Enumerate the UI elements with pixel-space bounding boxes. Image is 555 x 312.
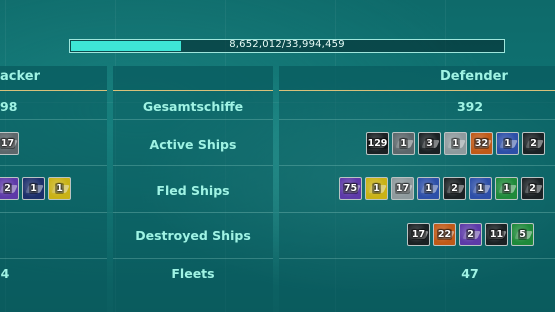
- attacker-fled-ships: 2 1 1: [0, 177, 71, 200]
- defender-active-ships: 129 1 3 1 32 1 2: [366, 132, 545, 155]
- row-divider: [279, 212, 555, 213]
- ship-stack-tile[interactable]: 2: [443, 177, 466, 200]
- ship-count: 3: [425, 138, 434, 149]
- ship-stack-tile[interactable]: 2: [521, 177, 544, 200]
- attacker-fleets: 4: [0, 266, 10, 281]
- row-divider: [113, 165, 273, 166]
- ship-stack-tile[interactable]: 17: [407, 223, 430, 246]
- ship-stack-tile[interactable]: 17: [391, 177, 414, 200]
- row-divider: [113, 212, 273, 213]
- ship-stack-tile[interactable]: 75: [339, 177, 362, 200]
- ship-count: 1: [502, 183, 511, 194]
- label-header-bar: [113, 66, 273, 91]
- ship-count: 1: [29, 183, 38, 194]
- ship-count: 5: [518, 229, 527, 240]
- row-divider: [113, 258, 273, 259]
- defender-header-bar: [279, 66, 555, 91]
- ship-stack-tile[interactable]: 1: [48, 177, 71, 200]
- ship-stack-tile[interactable]: 2: [522, 132, 545, 155]
- ship-count: 11: [488, 229, 505, 240]
- ship-stack-tile[interactable]: 1: [365, 177, 388, 200]
- row-label-fleets: Fleets: [171, 266, 215, 281]
- ship-count: 1: [476, 183, 485, 194]
- ship-stack-tile[interactable]: 1: [417, 177, 440, 200]
- attacker-total-ships: 98: [0, 99, 18, 114]
- ship-count: 2: [529, 138, 538, 149]
- defender-header: Defender: [440, 69, 508, 84]
- ship-count: 2: [3, 183, 12, 194]
- defender-total-ships: 392: [456, 99, 484, 114]
- ship-count: 17: [0, 138, 16, 149]
- ship-count: 129: [367, 138, 388, 149]
- ship-count: 17: [394, 183, 411, 194]
- ship-count: 17: [410, 229, 427, 240]
- attacker-active-ships: 17: [0, 132, 19, 155]
- ship-count: 1: [503, 138, 512, 149]
- row-divider: [0, 165, 107, 166]
- ship-count: 2: [466, 229, 475, 240]
- ship-stack-tile[interactable]: 1: [469, 177, 492, 200]
- row-label-fled-ships: Fled Ships: [156, 183, 230, 198]
- row-label-total-ships: Gesamtschiffe: [142, 99, 244, 114]
- ship-stack-tile[interactable]: 2: [459, 223, 482, 246]
- ship-count: 75: [342, 183, 359, 194]
- ship-stack-tile[interactable]: 22: [433, 223, 456, 246]
- row-divider: [279, 258, 555, 259]
- ship-count: 1: [399, 138, 408, 149]
- ship-stack-tile[interactable]: 1: [444, 132, 467, 155]
- row-label-active-ships: Active Ships: [149, 137, 237, 152]
- battle-progress-bar: 8,652,012/33,994,459: [69, 39, 505, 53]
- defender-destroyed-ships: 17 22 2 11 5: [407, 223, 534, 246]
- progress-text: 8,652,012/33,994,459: [229, 39, 345, 50]
- ship-stack-tile[interactable]: 129: [366, 132, 389, 155]
- row-divider: [0, 258, 107, 259]
- ship-count: 1: [55, 183, 64, 194]
- ship-count: 2: [450, 183, 459, 194]
- ship-stack-tile[interactable]: 2: [0, 177, 19, 200]
- ship-stack-tile[interactable]: 1: [496, 132, 519, 155]
- row-divider: [279, 119, 555, 120]
- defender-fled-ships: 75 1 17 1 2 1 1 2: [339, 177, 544, 200]
- ship-stack-tile[interactable]: 1: [495, 177, 518, 200]
- ship-stack-tile[interactable]: 5: [511, 223, 534, 246]
- ship-count: 1: [424, 183, 433, 194]
- ship-stack-tile[interactable]: 1: [22, 177, 45, 200]
- ship-count: 2: [528, 183, 537, 194]
- ship-stack-tile[interactable]: 1: [392, 132, 415, 155]
- ship-count: 1: [372, 183, 381, 194]
- ship-count: 1: [451, 138, 460, 149]
- row-divider: [0, 212, 107, 213]
- ship-stack-tile[interactable]: 11: [485, 223, 508, 246]
- attacker-header: acker: [0, 69, 41, 84]
- ship-stack-tile[interactable]: 32: [470, 132, 493, 155]
- row-label-destroyed-ships: Destroyed Ships: [135, 228, 251, 243]
- row-divider: [279, 165, 555, 166]
- defender-fleets: 47: [461, 266, 479, 281]
- ship-stack-tile[interactable]: 3: [418, 132, 441, 155]
- ship-count: 22: [436, 229, 453, 240]
- ship-count: 32: [473, 138, 490, 149]
- ship-stack-tile[interactable]: 17: [0, 132, 19, 155]
- row-divider: [113, 119, 273, 120]
- row-divider: [0, 119, 107, 120]
